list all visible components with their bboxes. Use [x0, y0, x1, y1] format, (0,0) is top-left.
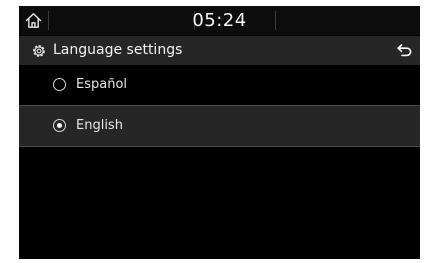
- language-option-english[interactable]: English: [19, 106, 420, 146]
- language-list: Español English: [19, 65, 420, 147]
- gear-icon: [33, 45, 45, 57]
- language-label: Español: [76, 77, 128, 92]
- clock: 05:24: [192, 10, 247, 31]
- radio-button-selected[interactable]: [53, 119, 66, 132]
- infotainment-screen: 05:24 Language settings Español English: [19, 6, 420, 259]
- radio-dot: [57, 123, 62, 128]
- page-header: Language settings: [19, 36, 420, 65]
- page-title: Language settings: [53, 42, 183, 58]
- radio-button[interactable]: [53, 78, 66, 91]
- back-button[interactable]: [389, 36, 420, 65]
- list-divider: [19, 146, 420, 147]
- back-arrow-icon: [397, 44, 412, 57]
- language-label: English: [76, 118, 123, 133]
- status-bar: 05:24: [19, 6, 420, 35]
- language-option-espanol[interactable]: Español: [19, 65, 420, 105]
